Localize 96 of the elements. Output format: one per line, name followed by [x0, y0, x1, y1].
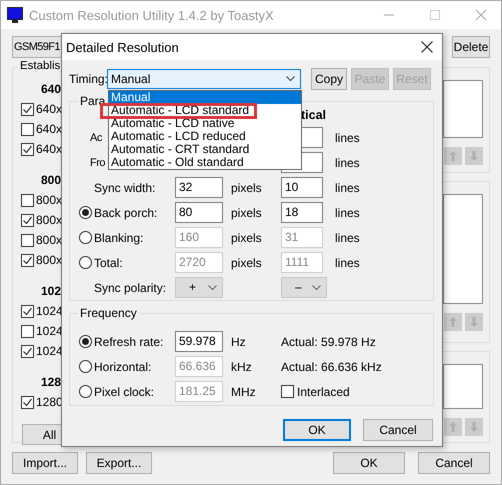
radio-button[interactable]	[79, 206, 92, 219]
up-arrow-icon	[449, 422, 457, 432]
delete-button[interactable]: Delete	[452, 36, 490, 58]
unit-label: lines	[334, 180, 361, 194]
unit-label: MHz	[230, 384, 257, 398]
polarity-select[interactable]: –	[281, 277, 327, 298]
field-label: Blanking:	[93, 230, 144, 244]
checkbox[interactable]	[21, 344, 34, 358]
checkbox[interactable]	[21, 396, 34, 408]
checkbox[interactable]	[21, 142, 34, 156]
field-label: Fro	[90, 156, 105, 168]
resolution-label: 800x	[36, 233, 62, 247]
resolution-label: 800x	[36, 193, 62, 207]
checkbox[interactable]	[21, 214, 34, 226]
timing-label: Timing:	[69, 72, 107, 86]
unit-label: pixels	[230, 180, 263, 194]
checkbox[interactable]	[21, 122, 34, 136]
down-arrow-icon	[470, 317, 478, 327]
field-label: Refresh rate:	[93, 334, 164, 348]
unit-label: lines	[334, 130, 361, 144]
input-field[interactable]: 18	[281, 202, 323, 223]
field-label: Pixel clock:	[93, 384, 154, 398]
unit-label: lines	[334, 206, 361, 220]
up-arrow-icon	[449, 317, 457, 327]
footer-button[interactable]: Import...	[12, 452, 78, 474]
dropdown-option[interactable]: Automatic - LCD native	[109, 117, 301, 130]
footer-button[interactable]: Export...	[86, 452, 152, 474]
checkbox[interactable]	[21, 234, 34, 246]
radio-button[interactable]	[79, 231, 92, 244]
input-field[interactable]: 10	[281, 177, 323, 198]
radio-button[interactable]	[79, 335, 92, 348]
resolution-label: 640x	[36, 122, 62, 136]
up-arrow-icon	[449, 151, 457, 161]
checkbox[interactable]	[21, 254, 34, 266]
field-label: Total:	[93, 256, 123, 270]
unit-label: kHz	[230, 360, 253, 374]
unit-label: lines	[334, 156, 361, 170]
monitor-icon	[7, 7, 23, 23]
field-label: Sync polarity:	[93, 280, 166, 294]
section-heading: 640	[40, 81, 62, 98]
group-title: Establis	[18, 60, 62, 72]
field-label: Horizontal:	[93, 360, 152, 374]
unit-label: pixels	[230, 206, 263, 220]
polarity-select[interactable]: +	[175, 277, 223, 298]
field-label: Ac	[90, 132, 102, 144]
dropdown-option[interactable]: Automatic - Old standard	[109, 156, 301, 169]
list-box[interactable]	[443, 364, 483, 409]
resolution-label: 1024	[36, 324, 63, 338]
chevron-down-icon	[208, 285, 217, 291]
dropdown-option[interactable]: Automatic - LCD reduced	[109, 130, 301, 143]
input-field[interactable]: 32	[175, 177, 223, 198]
unit-label: Hz	[230, 334, 247, 348]
dialog-button[interactable]: Cancel	[363, 419, 433, 441]
input-field[interactable]: 59.978	[175, 331, 223, 352]
resolution-label: 1024	[36, 344, 63, 358]
chevron-down-icon	[286, 76, 295, 82]
dropdown-option[interactable]: Automatic - LCD standard	[109, 104, 301, 117]
window-title: Custom Resolution Utility 1.4.2 by ToastyX	[29, 8, 274, 22]
resolution-label: 800x	[36, 213, 62, 227]
close-icon[interactable]	[421, 41, 433, 53]
group-title: Frequency	[78, 306, 139, 320]
actual-value: Actual: 59.978 Hz	[281, 334, 377, 348]
radio-button[interactable]	[79, 256, 92, 269]
unit-label: pixels	[230, 256, 263, 270]
actual-value: Actual: 66.636 kHz	[281, 360, 383, 374]
checkbox[interactable]	[21, 304, 34, 318]
unit-label: lines	[334, 256, 361, 270]
section-heading: 800	[40, 172, 62, 189]
checkbox[interactable]	[21, 102, 34, 116]
checkbox[interactable]	[21, 194, 34, 206]
footer-button[interactable]: OK	[333, 452, 405, 474]
list-box[interactable]	[443, 80, 483, 138]
timing-select[interactable]: Manual	[107, 69, 301, 89]
dropdown-option[interactable]: Automatic - CRT standard	[109, 143, 301, 156]
down-arrow-icon	[470, 151, 478, 161]
footer-button[interactable]: Cancel	[418, 452, 490, 474]
checkbox[interactable]	[21, 324, 34, 338]
chevron-down-icon	[312, 285, 321, 291]
checkbox-label: Interlaced	[297, 384, 350, 398]
unit-label: pixels	[230, 230, 263, 244]
resolution-label: 640x	[36, 102, 62, 116]
resolution-label: 1024	[36, 304, 63, 318]
column-heading: tical	[300, 108, 327, 122]
list-box[interactable]	[443, 194, 483, 304]
section-heading: 102	[40, 283, 62, 300]
input-field[interactable]: 80	[175, 202, 223, 223]
dialog-button[interactable]: OK	[283, 419, 351, 441]
dropdown-option[interactable]: Manual	[109, 91, 301, 104]
field-label: Back porch:	[93, 206, 158, 220]
field-label: Sync width:	[93, 180, 156, 194]
resolution-label: 640x	[36, 142, 62, 156]
unit-label: lines	[334, 230, 361, 244]
toolbar-button[interactable]: Copy	[311, 68, 347, 90]
section-heading: 128	[40, 374, 62, 391]
resolution-label: 800x	[36, 253, 62, 267]
down-arrow-icon	[470, 422, 478, 432]
